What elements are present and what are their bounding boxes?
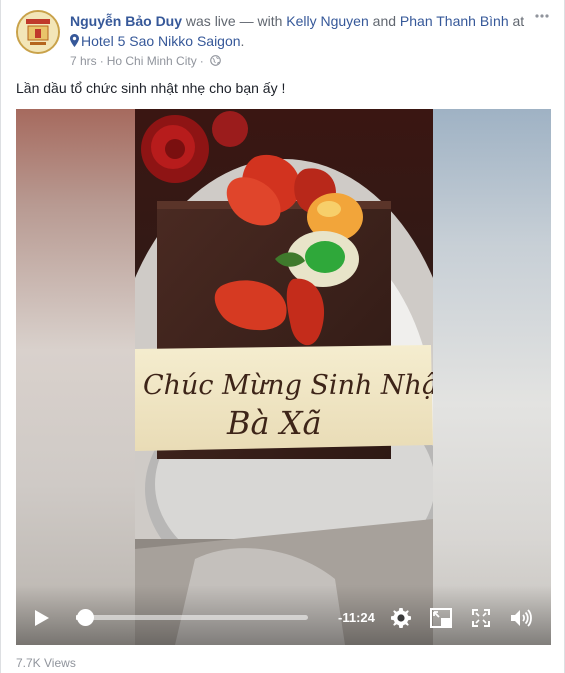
status-text: was live — with xyxy=(185,13,283,29)
birthday-cake-image: Chúc Mừng Sinh Nhật Bà Xã xyxy=(109,109,459,645)
post-header: Nguyễn Bảo Duy was live — with Kelly Ngu… xyxy=(70,11,530,51)
cake-text-line2: Bà Xã xyxy=(226,404,322,442)
remaining-time: -11:24 xyxy=(338,610,375,625)
header-period: . xyxy=(240,33,245,49)
city-link[interactable]: Ho Chi Minh City xyxy=(107,54,197,68)
cake-text-line1: Chúc Mừng Sinh Nhật xyxy=(143,370,433,401)
meta-separator: · xyxy=(99,54,104,68)
pip-icon[interactable] xyxy=(429,606,453,630)
more-options-icon xyxy=(535,14,549,18)
video-blur-right xyxy=(433,109,551,645)
meta-separator-2: · xyxy=(199,54,204,68)
video-player[interactable]: Chúc Mừng Sinh Nhật Bà Xã -11:24 xyxy=(16,109,551,645)
and-text: and xyxy=(372,13,397,29)
post-caption: Lần dầu tổ chức sinh nhật nhẹ cho bạn ấy… xyxy=(16,80,286,96)
author-avatar[interactable] xyxy=(16,10,60,54)
video-frame: Chúc Mừng Sinh Nhật Bà Xã xyxy=(109,109,459,645)
fullscreen-icon[interactable] xyxy=(469,606,493,630)
tagged-friend-2[interactable]: Phan Thanh Bình xyxy=(400,13,509,29)
location-link[interactable]: Hotel 5 Sao Nikko Saigon xyxy=(70,33,241,49)
progress-bar[interactable] xyxy=(76,615,308,620)
video-blur-left xyxy=(16,109,136,645)
globe-icon[interactable] xyxy=(209,55,221,66)
location-name: Hotel 5 Sao Nikko Saigon xyxy=(81,33,241,49)
author-name[interactable]: Nguyễn Bảo Duy xyxy=(70,13,182,29)
tagged-friend-1[interactable]: Kelly Nguyen xyxy=(286,13,369,29)
volume-icon[interactable] xyxy=(509,606,533,630)
live-video-post: Nguyễn Bảo Duy was live — with Kelly Ngu… xyxy=(0,0,565,673)
view-count: 7.7K Views xyxy=(16,656,76,670)
video-controls: -11:24 xyxy=(16,585,551,645)
at-text: at xyxy=(512,13,525,29)
settings-icon[interactable] xyxy=(389,606,413,630)
post-meta: 7 hrs · Ho Chi Minh City · xyxy=(70,53,221,69)
more-options-button[interactable] xyxy=(532,8,552,28)
location-pin-icon xyxy=(70,34,79,47)
progress-scrubber[interactable] xyxy=(77,609,94,626)
play-icon[interactable] xyxy=(34,609,50,627)
timestamp[interactable]: 7 hrs xyxy=(70,54,97,68)
